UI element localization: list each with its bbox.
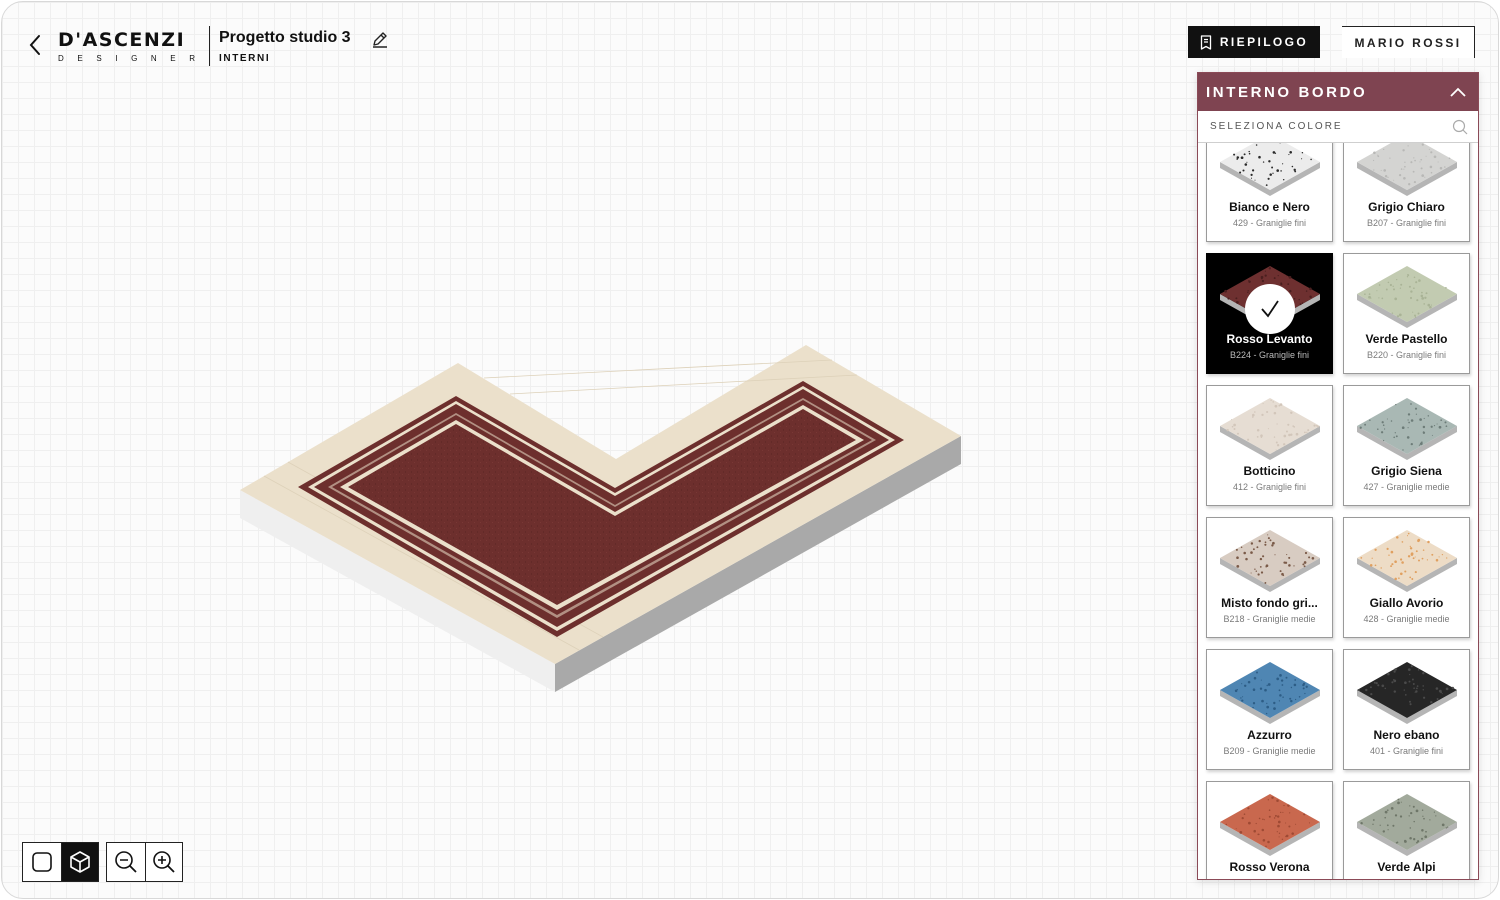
color-card[interactable]: Verde Pastello B220 - Graniglie fini bbox=[1343, 253, 1470, 374]
color-card[interactable]: Grigio Chiaro B207 - Graniglie fini bbox=[1343, 143, 1470, 242]
tile-swatch bbox=[1356, 266, 1457, 328]
color-card[interactable]: Verde Alpi bbox=[1343, 781, 1470, 879]
chevron-up-icon[interactable] bbox=[1450, 87, 1466, 97]
zoom-controls bbox=[106, 842, 183, 882]
color-card-code: 401 - Graniglie fini bbox=[1369, 746, 1444, 756]
color-card[interactable]: Rosso Levanto B224 - Graniglie fini bbox=[1206, 253, 1333, 374]
tile-swatch bbox=[1219, 662, 1320, 724]
zoom-in-button[interactable] bbox=[144, 843, 183, 881]
color-card-name: Rosso Levanto bbox=[1226, 332, 1313, 346]
cube-icon bbox=[69, 851, 90, 873]
color-card-code: B224 - Graniglie fini bbox=[1229, 350, 1310, 360]
color-card-name: Grigio Chiaro bbox=[1368, 200, 1445, 214]
color-grid-viewport[interactable]: Bianco e Nero 429 - Graniglie fini Grigio … bbox=[1198, 143, 1478, 879]
check-icon bbox=[1261, 300, 1279, 318]
color-card-code: B209 - Graniglie medie bbox=[1223, 746, 1316, 756]
app-window: D'ASCENZI DESIGNER Progetto studio 3 INT… bbox=[1, 1, 1499, 899]
color-card[interactable]: Giallo Avorio 428 - Graniglie medie bbox=[1343, 517, 1470, 638]
color-card-code: 427 - Graniglie medie bbox=[1363, 482, 1450, 492]
color-card[interactable]: Botticino 412 - Graniglie fini bbox=[1206, 385, 1333, 506]
color-card-name: Azzurro bbox=[1247, 728, 1292, 742]
color-card-name: Rosso Verona bbox=[1229, 860, 1310, 874]
summary-label: RIEPILOGO bbox=[1219, 35, 1309, 49]
zoom-in-icon bbox=[152, 851, 175, 873]
color-search-input[interactable] bbox=[1210, 121, 1430, 132]
tile-swatch bbox=[1219, 398, 1320, 460]
color-card-name: Misto fondo gri... bbox=[1221, 596, 1318, 610]
zoom-out-button[interactable] bbox=[107, 843, 145, 881]
tile-swatch bbox=[1356, 794, 1457, 856]
color-card-code: 429 - Graniglie fini bbox=[1232, 218, 1307, 228]
panel-header[interactable]: INTERNO BORDO bbox=[1198, 73, 1478, 111]
color-card-name: Verde Alpi bbox=[1377, 860, 1436, 874]
color-card-code: 412 - Graniglie fini bbox=[1232, 482, 1307, 492]
color-card-name: Verde Pastello bbox=[1365, 332, 1448, 346]
tile-swatch bbox=[1356, 530, 1457, 592]
color-card[interactable]: Rosso Verona bbox=[1206, 781, 1333, 879]
color-card[interactable]: Nero ebano 401 - Graniglie fini bbox=[1343, 649, 1470, 770]
color-card-name: Nero ebano bbox=[1373, 728, 1440, 742]
color-card-name: Botticino bbox=[1243, 464, 1296, 478]
tile-swatch bbox=[1356, 662, 1457, 724]
color-card[interactable]: Bianco e Nero 429 - Graniglie fini bbox=[1206, 143, 1333, 242]
summary-button[interactable]: RIEPILOGO bbox=[1188, 26, 1320, 58]
color-card-code: B218 - Graniglie medie bbox=[1223, 614, 1316, 624]
color-card-code: B220 - Graniglie fini bbox=[1366, 350, 1447, 360]
search-icon[interactable] bbox=[1452, 119, 1468, 135]
color-card[interactable]: Grigio Siena 427 - Graniglie medie bbox=[1343, 385, 1470, 506]
color-card-name: Giallo Avorio bbox=[1369, 596, 1444, 610]
view-3d-button[interactable] bbox=[60, 843, 98, 881]
view-mode-toggle bbox=[22, 842, 99, 882]
color-card[interactable]: Misto fondo gri... B218 - Graniglie medie bbox=[1206, 517, 1333, 638]
color-card[interactable]: Azzurro B209 - Graniglie medie bbox=[1206, 649, 1333, 770]
color-card-code: B207 - Graniglie fini bbox=[1366, 218, 1447, 228]
color-card-name: Grigio Siena bbox=[1371, 464, 1442, 478]
selected-check-badge bbox=[1245, 284, 1295, 334]
color-card-code: 428 - Graniglie medie bbox=[1363, 614, 1450, 624]
tile-swatch bbox=[1219, 530, 1320, 592]
user-name: MARIO ROSSI bbox=[1354, 35, 1462, 50]
tile-swatch bbox=[1219, 143, 1320, 196]
floor-3d-render[interactable] bbox=[2, 2, 1182, 722]
receipt-icon bbox=[1200, 34, 1212, 50]
color-search bbox=[1198, 111, 1478, 143]
user-menu-button[interactable]: MARIO ROSSI bbox=[1342, 26, 1475, 58]
color-grid: Bianco e Nero 429 - Graniglie fini Grigio … bbox=[1206, 143, 1470, 879]
zoom-out-icon bbox=[114, 851, 137, 873]
square-icon bbox=[31, 852, 52, 872]
tile-swatch bbox=[1219, 794, 1320, 856]
tile-swatch bbox=[1356, 398, 1457, 460]
color-card-name: Bianco e Nero bbox=[1229, 200, 1310, 214]
panel-title: INTERNO BORDO bbox=[1206, 83, 1368, 101]
tile-swatch bbox=[1356, 143, 1457, 196]
view-2d-button[interactable] bbox=[23, 843, 61, 881]
color-selection-panel: INTERNO BORDO Bianco e Nero 429 - Granigl… bbox=[1197, 72, 1479, 880]
